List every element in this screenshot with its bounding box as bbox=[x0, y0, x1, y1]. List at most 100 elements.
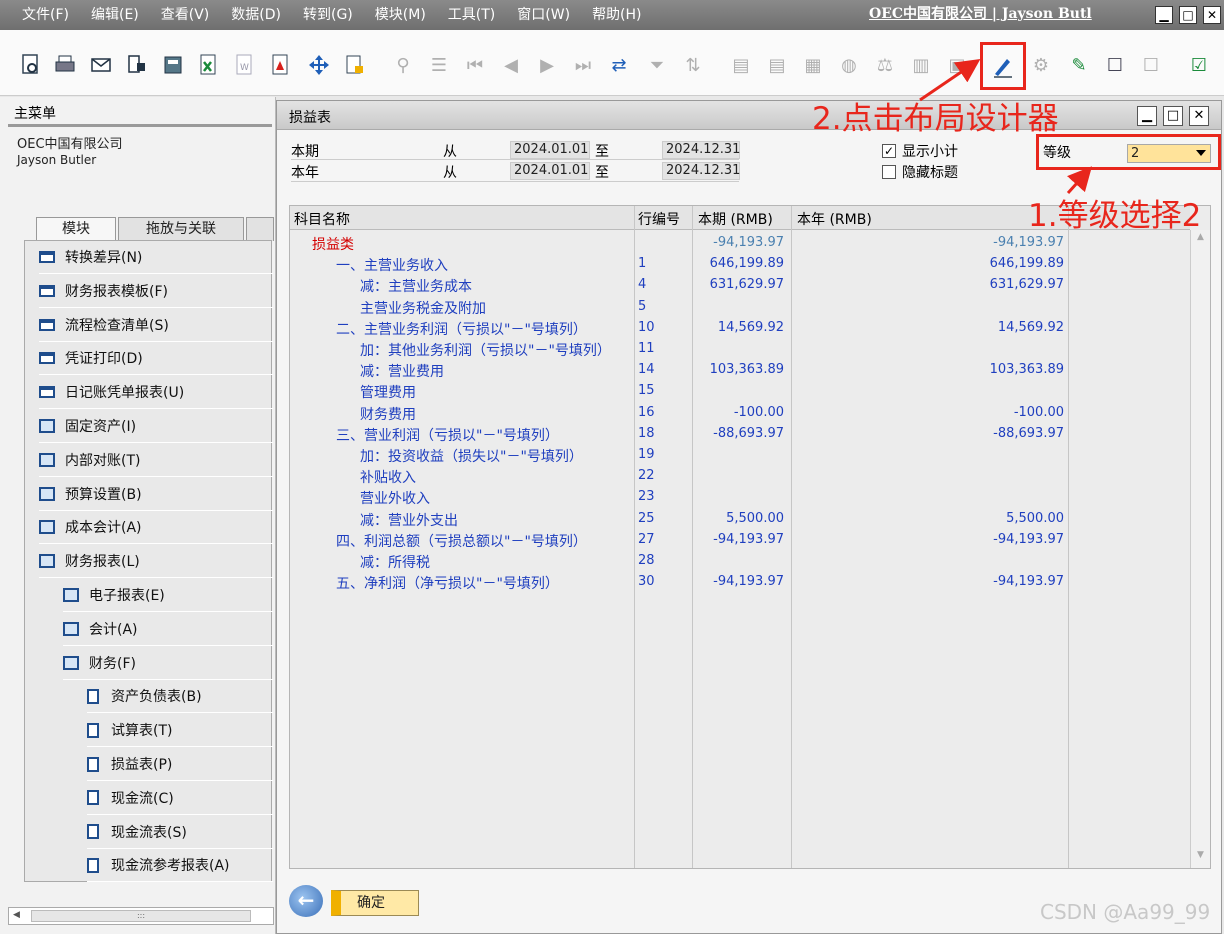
menu-item[interactable]: 转到(G) bbox=[292, 0, 364, 30]
module-list-item[interactable]: 凭证打印(D) bbox=[39, 342, 273, 376]
column-header-ytd[interactable]: 本年 (RMB) bbox=[797, 209, 872, 229]
module-list-item[interactable]: 成本会计(A) bbox=[39, 511, 273, 545]
module-list-item[interactable]: 固定资产(I) bbox=[39, 410, 273, 443]
settings-document-icon[interactable]: ▣ bbox=[944, 52, 970, 78]
menu-item[interactable]: 查看(V) bbox=[150, 0, 221, 30]
table-row[interactable]: 加：其他业务利润（亏损以"－"号填列） 11 bbox=[290, 338, 1190, 359]
module-list-item[interactable]: 现金流(C) bbox=[87, 782, 273, 815]
module-list-item[interactable]: 财务报表(L) bbox=[39, 545, 273, 579]
maximize-icon[interactable]: □ bbox=[1179, 6, 1197, 24]
scroll-thumb[interactable]: ::: bbox=[31, 910, 251, 922]
menu-item[interactable]: 模块(M) bbox=[364, 0, 437, 30]
module-list-item[interactable]: 流程检查清单(S) bbox=[39, 309, 273, 342]
sms-icon[interactable] bbox=[124, 52, 150, 78]
module-list-item[interactable]: 转换差异(N) bbox=[39, 241, 273, 274]
table-row[interactable]: 营业外收入 23 bbox=[290, 486, 1190, 507]
window-titlebar[interactable]: 损益表 ▁ □ ✕ bbox=[277, 101, 1221, 130]
table-row[interactable]: 三、营业利润（亏损以"－"号填列） 18 -88,693.97 -88,693.97 bbox=[290, 423, 1190, 444]
menu-item[interactable]: 数据(D) bbox=[220, 0, 292, 30]
module-list-item[interactable]: 财务报表模板(F) bbox=[39, 275, 273, 308]
module-list-item[interactable]: 资产负债表(B) bbox=[87, 680, 273, 714]
tab-more[interactable] bbox=[246, 217, 274, 241]
module-list-item[interactable]: 会计(A) bbox=[63, 613, 273, 646]
menu-item[interactable]: 帮助(H) bbox=[581, 0, 652, 30]
window-close-icon[interactable]: ✕ bbox=[1189, 106, 1209, 126]
menu-item[interactable]: 文件(F) bbox=[0, 0, 80, 30]
print-icon[interactable] bbox=[52, 52, 78, 78]
window-minimize-icon[interactable]: ▁ bbox=[1137, 106, 1157, 126]
pdf-export-icon[interactable] bbox=[268, 52, 294, 78]
table-row[interactable]: 管理费用 15 bbox=[290, 380, 1190, 401]
last-record-icon[interactable]: ⏭ bbox=[570, 52, 596, 78]
hide-title-checkbox[interactable] bbox=[882, 165, 896, 179]
year-to-field[interactable]: 2024.12.31 bbox=[662, 162, 740, 180]
print-preview-icon[interactable] bbox=[18, 52, 44, 78]
base-document-icon[interactable]: ▤ bbox=[728, 52, 754, 78]
next-record-icon[interactable]: ▶ bbox=[534, 52, 560, 78]
calculator-icon[interactable]: ▦ bbox=[800, 52, 826, 78]
target-document-icon[interactable]: ▤ bbox=[764, 52, 790, 78]
table-row[interactable]: 一、主营业务收入 1 646,199.89 646,199.89 bbox=[290, 253, 1190, 274]
word-export-icon[interactable]: W bbox=[232, 52, 258, 78]
table-row[interactable]: 加：投资收益（损失以"－"号填列） 19 bbox=[290, 444, 1190, 465]
horizontal-scrollbar[interactable]: ◀ ::: bbox=[8, 907, 274, 925]
table-row[interactable]: 财务费用 16 -100.00 -100.00 bbox=[290, 402, 1190, 423]
excel-export-icon[interactable] bbox=[196, 52, 222, 78]
layout-designer-button[interactable] bbox=[980, 42, 1026, 90]
scroll-left-icon[interactable]: ◀ bbox=[13, 910, 20, 920]
close-icon[interactable]: ✕ bbox=[1203, 6, 1221, 24]
module-list-item[interactable]: 电子报表(E) bbox=[63, 579, 273, 612]
menu-item[interactable]: 窗口(W) bbox=[506, 0, 581, 30]
checklist-icon[interactable]: ☑ bbox=[1186, 52, 1212, 78]
refresh-icon[interactable]: ⇄ bbox=[606, 52, 632, 78]
period-from-field[interactable]: 2024.01.01 bbox=[510, 141, 590, 159]
back-arrow-icon[interactable]: ← bbox=[289, 885, 323, 917]
previous-record-icon[interactable]: ◀ bbox=[498, 52, 524, 78]
module-list-item[interactable]: 试算表(T) bbox=[87, 714, 273, 748]
table-row[interactable]: 减：主营业务成本 4 631,629.97 631,629.97 bbox=[290, 274, 1190, 295]
table-row[interactable]: 补贴收入 22 bbox=[290, 465, 1190, 486]
sort-icon[interactable]: ⇅ bbox=[680, 52, 706, 78]
table-row[interactable]: 减：营业外支出 25 5,500.00 5,500.00 bbox=[290, 508, 1190, 529]
show-subtotal-checkbox[interactable]: ✓ bbox=[882, 144, 896, 158]
journal-icon[interactable]: ▥ bbox=[908, 52, 934, 78]
column-header-account[interactable]: 科目名称 bbox=[294, 209, 350, 229]
ok-button[interactable]: 确定 bbox=[331, 890, 419, 916]
first-record-icon[interactable]: ⏮ bbox=[462, 52, 488, 78]
table-row[interactable]: 主营业务税金及附加 5 bbox=[290, 296, 1190, 317]
move-icon[interactable] bbox=[306, 52, 332, 78]
scroll-down-icon[interactable]: ▼ bbox=[1193, 850, 1208, 866]
vertical-scrollbar[interactable]: ▲ ▼ bbox=[1190, 230, 1210, 868]
module-list-item[interactable]: 现金流表(S) bbox=[87, 816, 273, 849]
module-list-item[interactable]: 日记账凭单报表(U) bbox=[39, 376, 273, 410]
money-icon[interactable]: ◍ bbox=[836, 52, 862, 78]
filter-icon[interactable]: ⏷ bbox=[644, 52, 670, 78]
email-icon[interactable] bbox=[88, 52, 114, 78]
period-to-field[interactable]: 2024.12.31 bbox=[662, 141, 740, 159]
tab-modules[interactable]: 模块 bbox=[36, 217, 116, 241]
module-list-item[interactable]: 损益表(P) bbox=[87, 748, 273, 781]
table-row[interactable]: 损益类 -94,193.97 -94,193.97 bbox=[290, 232, 1190, 253]
fax-icon[interactable] bbox=[160, 52, 186, 78]
query-edit-icon[interactable]: ✎ bbox=[1066, 52, 1092, 78]
table-row[interactable]: 减：营业费用 14 103,363.89 103,363.89 bbox=[290, 359, 1190, 380]
window-maximize-icon[interactable]: □ bbox=[1163, 106, 1183, 126]
table-row[interactable]: 二、主营业务利润（亏损以"－"号填列） 10 14,569.92 14,569.92 bbox=[290, 317, 1190, 338]
balance-icon[interactable]: ⚖ bbox=[872, 52, 898, 78]
message-reply-icon[interactable]: ☐ bbox=[1138, 52, 1164, 78]
find-icon[interactable]: ⚲ bbox=[390, 52, 416, 78]
company-user-label[interactable]: OEC中国有限公司 | Jayson Butl bbox=[869, 0, 1092, 28]
column-header-current[interactable]: 本期 (RMB) bbox=[698, 209, 773, 229]
table-row[interactable]: 四、利润总额（亏损总额以"－"号填列） 27 -94,193.97 -94,193.9… bbox=[290, 529, 1190, 550]
form-settings-icon[interactable]: ⚙ bbox=[1028, 52, 1054, 78]
minimize-icon[interactable]: ▁ bbox=[1155, 6, 1173, 24]
module-list-item[interactable]: 现金流参考报表(A) bbox=[87, 849, 273, 883]
module-list-item[interactable]: 财务(F) bbox=[63, 647, 273, 680]
table-row[interactable]: 减：所得税 28 bbox=[290, 550, 1190, 571]
menu-item[interactable]: 工具(T) bbox=[437, 0, 506, 30]
year-from-field[interactable]: 2024.01.01 bbox=[510, 162, 590, 180]
lock-document-icon[interactable] bbox=[342, 52, 368, 78]
tab-drag-and-relate[interactable]: 拖放与关联 bbox=[118, 217, 244, 241]
module-list-item[interactable]: 内部对账(T) bbox=[39, 444, 273, 477]
module-list-item[interactable]: 预算设置(B) bbox=[39, 478, 273, 511]
